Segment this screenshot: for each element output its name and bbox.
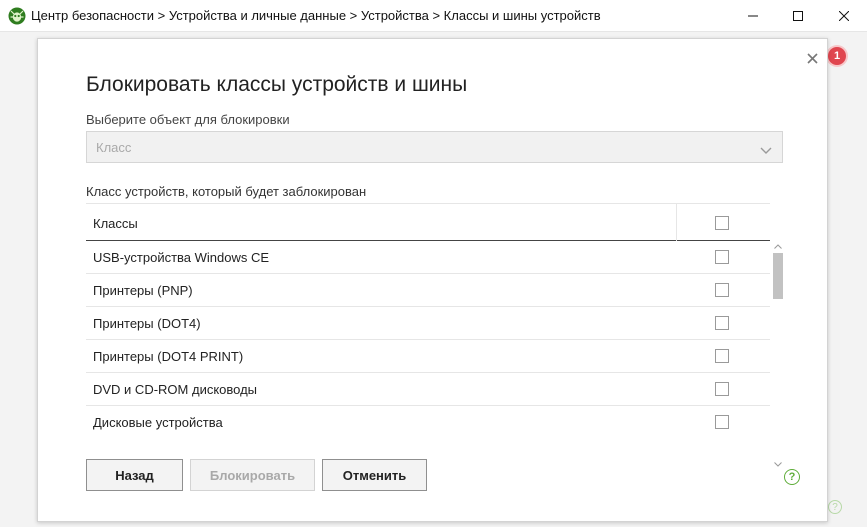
device-class-list-label: Класс устройств, который будет заблокиро…	[86, 184, 367, 199]
row-checkbox[interactable]	[715, 283, 729, 297]
select-all-checkbox[interactable]	[715, 216, 729, 230]
scroll-up-arrow-icon[interactable]	[772, 240, 784, 252]
row-label: Дисковые устройства	[93, 415, 223, 430]
row-checkbox[interactable]	[715, 382, 729, 396]
chevron-down-icon	[760, 142, 772, 160]
help-icon[interactable]: ?	[784, 469, 800, 485]
row-label: DVD и CD-ROM дисководы	[93, 382, 258, 397]
block-button[interactable]: Блокировать	[190, 459, 315, 491]
table-row[interactable]: Дисковые устройства	[86, 406, 770, 433]
maximize-button[interactable]	[775, 0, 821, 32]
scroll-thumb[interactable]	[773, 253, 783, 299]
select-value: Класс	[96, 140, 132, 155]
scroll-down-arrow-icon[interactable]	[772, 458, 784, 470]
close-icon	[806, 52, 818, 64]
row-checkbox[interactable]	[715, 250, 729, 264]
table-header: Классы	[86, 203, 770, 241]
close-icon	[839, 11, 849, 21]
table-row[interactable]: Принтеры (DOT4)	[86, 307, 770, 340]
window-close-button[interactable]	[821, 0, 867, 32]
column-divider	[676, 204, 677, 241]
cancel-button[interactable]: Отменить	[322, 459, 427, 491]
select-object-label: Выберите объект для блокировки	[86, 112, 290, 127]
maximize-icon	[793, 11, 803, 21]
dr-web-spider-icon	[8, 7, 26, 25]
window-title: Центр безопасности > Устройства и личные…	[31, 8, 601, 23]
window-titlebar: Центр безопасности > Устройства и личные…	[0, 0, 867, 32]
device-classes-table: Классы USB-устройства Windows CE Принтер…	[86, 203, 784, 433]
row-label: USB-устройства Windows CE	[93, 250, 270, 265]
table-row[interactable]: Принтеры (PNP)	[86, 274, 770, 307]
table-row[interactable]: Принтеры (DOT4 PRINT)	[86, 340, 770, 373]
column-header-classes: Классы	[93, 216, 138, 231]
table-scrollbar[interactable]	[772, 240, 784, 470]
background-help-icon[interactable]: ?	[828, 500, 842, 514]
row-checkbox[interactable]	[715, 316, 729, 330]
block-device-classes-dialog: Блокировать классы устройств и шины Выбе…	[37, 38, 828, 522]
minimize-icon	[748, 15, 758, 17]
row-checkbox[interactable]	[715, 415, 729, 429]
notification-badge[interactable]: 1	[828, 47, 846, 65]
back-button[interactable]: Назад	[86, 459, 183, 491]
object-type-select[interactable]: Класс	[86, 131, 783, 163]
row-label: Принтеры (PNP)	[93, 283, 193, 298]
table-row[interactable]: DVD и CD-ROM дисководы	[86, 373, 770, 406]
dialog-title: Блокировать классы устройств и шины	[86, 73, 468, 96]
minimize-button[interactable]	[730, 0, 776, 32]
row-label: Принтеры (DOT4 PRINT)	[93, 349, 244, 364]
table-row[interactable]: USB-устройства Windows CE	[86, 241, 770, 274]
row-checkbox[interactable]	[715, 349, 729, 363]
row-label: Принтеры (DOT4)	[93, 316, 201, 331]
dialog-close-button[interactable]	[803, 49, 821, 67]
